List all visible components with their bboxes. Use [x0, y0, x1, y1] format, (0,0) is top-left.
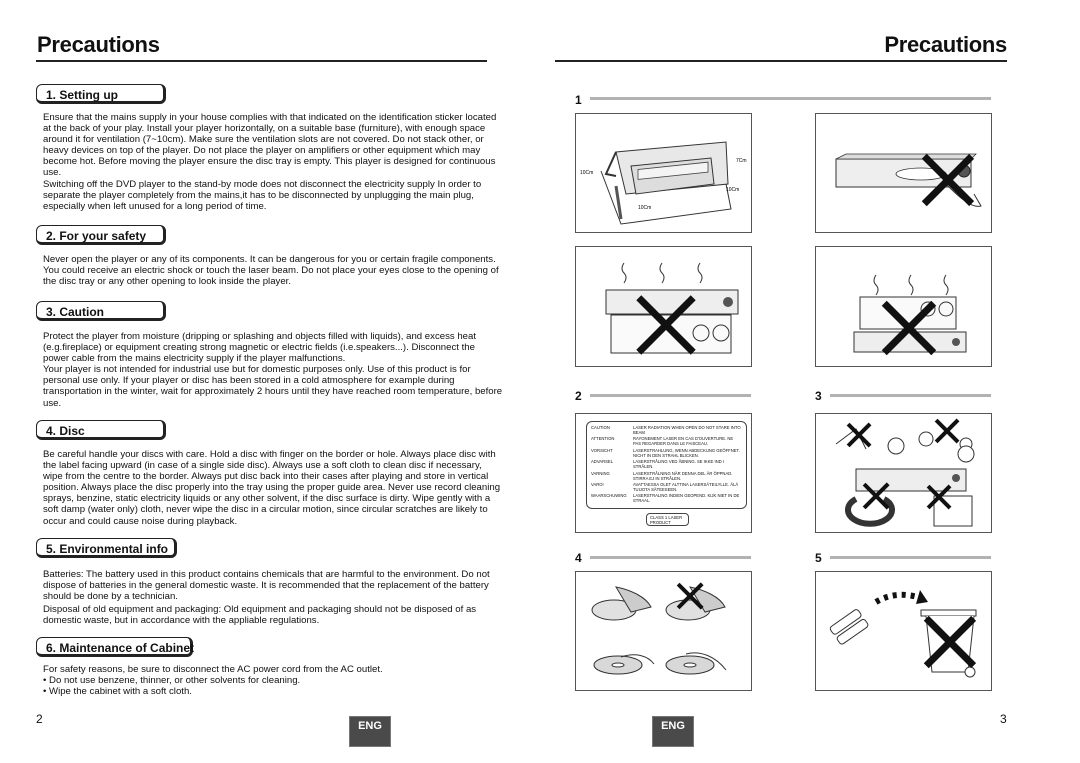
laser-class-label: CLASS 1 LASER PRODUCT [646, 513, 689, 526]
section-heading-setting-up: 1. Setting up [36, 84, 166, 104]
paragraph: Never open the player or any of its comp… [43, 254, 499, 288]
figure-divider-4 [590, 556, 751, 559]
laser-row: VORSICHT LASERSTRAHLUNG, WENN ABDECKUNG G… [591, 447, 740, 458]
laser-warning-box: CAUTION LASER RADIATION WHEN OPEN DO NOT … [586, 421, 747, 509]
prohibited-x-icon [928, 486, 950, 508]
figure-label-5: 5 [815, 551, 822, 565]
left-page-title: Precautions [37, 32, 160, 57]
figure-divider-1 [590, 97, 991, 100]
laser-row: VARNING LASERSTRÅLNING NÄR DENNA DEL ÄR Ö… [591, 470, 733, 481]
right-page-number: 3 [1000, 712, 1007, 726]
figure-divider-3 [830, 394, 991, 397]
illustration-do-not-stack-on-amplifier [575, 246, 752, 367]
illustration-laser-warning-label: CAUTION LASER RADIATION WHEN OPEN DO NOT … [575, 413, 752, 533]
right-title-rule [555, 60, 1007, 62]
player-with-hazards-icon [835, 428, 975, 527]
dimension-label: 10Cm [638, 205, 651, 211]
left-language-badge: ENG [349, 716, 391, 747]
section-body-maintenance-of-cabinet: For safety reasons, be sure to disconnec… [43, 664, 503, 697]
figure-label-4: 4 [575, 551, 582, 565]
prohibited-x-icon [848, 424, 870, 446]
prohibited-x-icon [678, 584, 702, 608]
section-heading-caution: 3. Caution [36, 301, 166, 321]
illustration-disc-handling [575, 571, 752, 691]
right-page-title: Precautions [884, 32, 1007, 57]
section-heading-disc: 4. Disc [36, 420, 166, 440]
prohibited-x-icon [926, 614, 974, 670]
bullet-item: Wipe the cabinet with a soft cloth. [43, 686, 503, 697]
paragraph: Ensure that the mains supply in your hou… [43, 112, 497, 179]
prohibited-x-icon [638, 297, 693, 352]
paragraph: Switching off the DVD player to the stan… [43, 178, 482, 212]
right-language-badge: ENG [652, 716, 694, 747]
prohibited-x-icon [884, 303, 934, 353]
illustration-do-not-touch-tray [815, 113, 992, 233]
figure-divider-5 [830, 556, 991, 559]
prohibited-x-icon [864, 484, 888, 508]
paragraph: Your player is not intended for industri… [43, 364, 503, 409]
dvd-player-in-cabinet-icon: 10Cm 7Cm 10Cm 10Cm [580, 141, 747, 225]
section-heading-maintenance-of-cabinet: 6. Maintenance of Cabinet [36, 637, 194, 657]
section-heading-environmental-info: 5. Environmental info [36, 538, 177, 558]
paragraph: Disposal of old equipment and packaging:… [43, 604, 477, 627]
section-body-caution: Protect the player from moisture (drippi… [43, 331, 503, 409]
dimension-label: 10Cm [580, 170, 593, 176]
dimension-label: 7Cm [736, 158, 747, 164]
section-body-for-your-safety: Never open the player or any of its comp… [43, 254, 503, 287]
prohibited-x-icon [936, 420, 958, 442]
figure-label-2: 2 [575, 389, 582, 403]
dimension-label: 10Cm [726, 187, 739, 193]
paragraph: For safety reasons, be sure to disconnec… [43, 664, 383, 675]
figure-label-1: 1 [575, 93, 582, 107]
illustration-ventilation-clearance: 10Cm 7Cm 10Cm 10Cm [575, 113, 752, 233]
laser-row: CAUTION LASER RADIATION WHEN OPEN DO NOT … [591, 425, 741, 435]
prohibited-x-icon [924, 156, 972, 204]
laser-row: WAARSCHUWING LASERSTRALING INDIEN GEOPEND… [591, 493, 740, 504]
figure-label-3: 3 [815, 389, 822, 403]
section-body-disc: Be careful handle your discs with care. … [43, 449, 503, 527]
section-heading-for-your-safety: 2. For your safety [36, 225, 166, 245]
paragraph: Be careful handle your discs with care. … [43, 449, 501, 527]
illustration-avoid-hazards [815, 413, 992, 533]
section-body-environmental-info: Batteries: The battery used in this prod… [43, 569, 503, 626]
hands-holding-discs-icon [591, 586, 727, 675]
paragraph: Batteries: The battery used in this prod… [43, 569, 490, 603]
laser-row: ATTENTION RAYONEMENT LASER EN CAS D'OUVER… [591, 436, 734, 447]
laser-row: ADVARSEL LASERSTRÅLING VED ÅBNING. SE IKK… [591, 459, 724, 470]
section-body-setting-up: Ensure that the mains supply in your hou… [43, 112, 503, 212]
figure-divider-2 [590, 394, 751, 397]
laser-row: VARO! AVATTAESSA OLET ALTTINA LASERSÄTEIL… [591, 481, 739, 492]
paragraph: Protect the player from moisture (drippi… [43, 331, 477, 365]
left-title-rule [36, 60, 487, 62]
left-page-number: 2 [36, 712, 43, 726]
illustration-battery-disposal [815, 571, 992, 691]
illustration-do-not-place-on-amplifier [815, 246, 992, 367]
bullet-item: Do not use benzene, thinner, or other so… [43, 675, 503, 686]
